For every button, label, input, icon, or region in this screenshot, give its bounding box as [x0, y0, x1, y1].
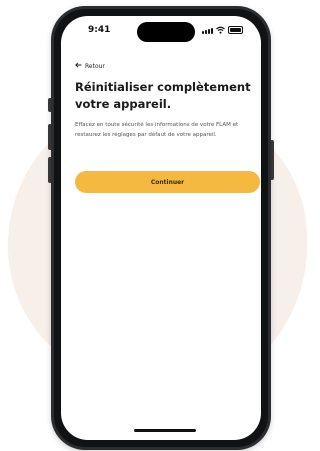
continue-button[interactable]: Continuer	[75, 171, 260, 193]
page-title: Réinitialiser complètement votre apparei…	[75, 80, 251, 111]
home-indicator	[134, 429, 196, 432]
battery-icon	[228, 26, 243, 34]
status-bar: 9:41	[61, 16, 261, 48]
phone-screen: 9:41 Retour Réinitialiser complètement v…	[61, 16, 261, 440]
status-icons	[202, 26, 243, 34]
phone-frame: 9:41 Retour Réinitialiser complètement v…	[51, 6, 271, 450]
phone-bezel: 9:41 Retour Réinitialiser complètement v…	[54, 9, 268, 447]
status-time: 9:41	[88, 25, 111, 35]
back-label: Retour	[85, 62, 105, 70]
back-button[interactable]: Retour	[75, 62, 105, 70]
signal-icon	[202, 28, 213, 34]
back-arrow-icon	[75, 62, 82, 70]
dynamic-island	[137, 22, 195, 42]
wifi-icon	[216, 26, 225, 34]
page-description: Effacez en toute sécurité les informatio…	[75, 122, 239, 138]
